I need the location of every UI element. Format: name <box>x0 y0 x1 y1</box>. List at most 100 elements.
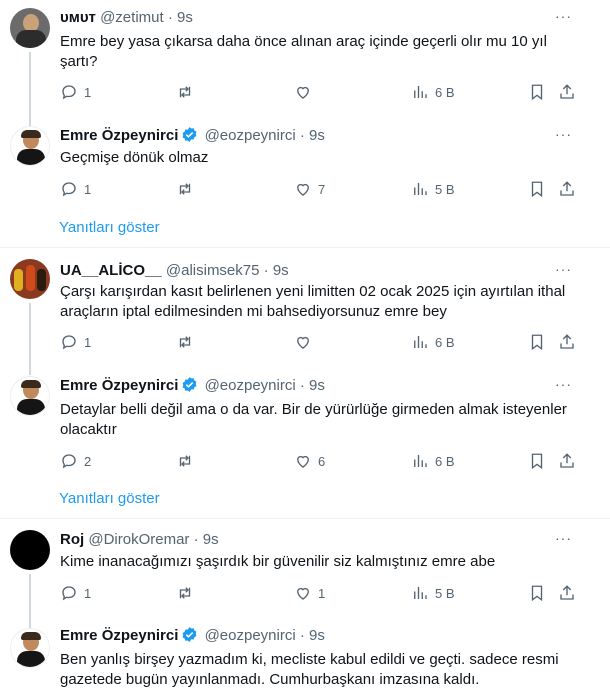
reply-tweet[interactable]: Roj @DirokOremar · 9s ··· Kime inanacağı… <box>0 524 590 646</box>
share-icon <box>560 84 574 99</box>
author-reply-tweet[interactable]: Emre Özpeynirci @eozpeynirci · 9s ··· De… <box>0 368 590 478</box>
repost-button[interactable] <box>176 180 200 198</box>
share-icon <box>560 181 574 196</box>
author-handle[interactable]: @zetimut <box>100 9 164 26</box>
thread-line <box>29 52 31 127</box>
author-name[interactable]: Roj <box>60 531 84 548</box>
show-replies-link[interactable]: Yanıtları göster <box>59 219 160 236</box>
author-name[interactable]: Emre Özpeynirci <box>60 627 178 644</box>
timestamp[interactable]: 9s <box>309 377 325 394</box>
reply-count: 1 <box>84 181 92 197</box>
divider <box>0 247 610 248</box>
more-icon[interactable]: ··· <box>555 261 572 277</box>
share-button[interactable] <box>558 584 576 602</box>
show-replies-link[interactable]: Yanıtları göster <box>59 490 160 507</box>
reply-button[interactable]: 1 <box>60 584 91 602</box>
author-name[interactable]: UA__ALİCO__ <box>60 262 162 279</box>
reply-count: 1 <box>84 84 92 100</box>
repost-icon <box>179 336 191 348</box>
more-icon[interactable]: ··· <box>555 126 572 142</box>
bookmark-button[interactable] <box>528 180 546 198</box>
avatar[interactable] <box>10 628 50 668</box>
more-icon[interactable]: ··· <box>555 8 572 24</box>
separator-dot: · <box>299 377 305 394</box>
timestamp[interactable]: 9s <box>177 9 193 26</box>
author-name[interactable]: Emre Özpeynirci <box>60 127 178 144</box>
author-handle[interactable]: @DirokOremar <box>88 531 189 548</box>
share-button[interactable] <box>558 83 576 101</box>
bookmark-button[interactable] <box>528 452 546 470</box>
like-button[interactable]: 7 <box>294 180 325 198</box>
views-button[interactable]: 6 B <box>411 333 455 351</box>
like-icon <box>297 455 309 468</box>
author-handle[interactable]: @eozpeynirci <box>205 627 296 644</box>
timestamp[interactable]: 9s <box>309 627 325 644</box>
reply-tweet[interactable]: UA__ALİCO__ @alisimsek75 · 9s ··· Çarşı … <box>0 253 590 375</box>
avatar[interactable] <box>10 259 50 299</box>
repost-icon <box>179 455 191 467</box>
reply-count: 2 <box>84 453 92 469</box>
reply-tweet[interactable]: ᴜᴍᴜᴛ @zetimut · 9s ··· Emre bey yasa çık… <box>0 0 590 127</box>
avatar[interactable] <box>10 126 50 166</box>
share-icon <box>560 334 574 349</box>
author-name[interactable]: Emre Özpeynirci <box>60 377 178 394</box>
reply-button[interactable]: 1 <box>60 83 91 101</box>
share-icon <box>560 585 574 600</box>
avatar[interactable] <box>10 8 50 48</box>
bookmark-button[interactable] <box>528 83 546 101</box>
tweet-header: Emre Özpeynirci @eozpeynirci · 9s <box>60 126 325 146</box>
separator-dot: · <box>263 262 269 279</box>
bookmark-button[interactable] <box>528 333 546 351</box>
more-icon[interactable]: ··· <box>555 530 572 546</box>
like-button[interactable]: 6 <box>294 452 325 470</box>
like-button[interactable] <box>294 333 318 351</box>
reply-button[interactable]: 1 <box>60 180 91 198</box>
avatar[interactable] <box>10 530 50 570</box>
author-name[interactable]: ᴜᴍᴜᴛ <box>60 9 96 26</box>
divider <box>0 518 610 519</box>
bookmark-button[interactable] <box>528 584 546 602</box>
reply-button[interactable]: 2 <box>60 452 91 470</box>
tweet-text: Detaylar belli değil ama o da var. Bir d… <box>60 401 567 438</box>
tweet-text: Geçmişe dönük olmaz <box>60 149 209 166</box>
tweet-header: UA__ALİCO__ @alisimsek75 · 9s <box>60 261 289 281</box>
repost-icon <box>179 183 191 195</box>
reply-button[interactable]: 1 <box>60 333 91 351</box>
more-icon[interactable]: ··· <box>555 376 572 392</box>
views-button[interactable]: 6 B <box>411 452 455 470</box>
views-button[interactable]: 6 B <box>411 83 455 101</box>
like-button[interactable]: 1 <box>294 584 325 602</box>
views-count: 5 B <box>435 585 455 601</box>
timestamp[interactable]: 9s <box>309 127 325 144</box>
repost-button[interactable] <box>176 584 200 602</box>
avatar[interactable] <box>10 376 50 416</box>
views-button[interactable]: 5 B <box>411 584 455 602</box>
repost-button[interactable] <box>176 452 200 470</box>
separator-dot: · <box>167 9 173 26</box>
reply-icon <box>62 454 76 469</box>
repost-button[interactable] <box>176 83 200 101</box>
verified-icon <box>182 377 197 392</box>
views-count: 5 B <box>435 181 455 197</box>
timestamp[interactable]: 9s <box>273 262 289 279</box>
thread-line <box>29 303 31 375</box>
share-button[interactable] <box>558 452 576 470</box>
tweet-actions: 2 6 6 B <box>60 452 580 472</box>
tweet-actions: 1 6 B <box>60 333 580 353</box>
tweet-header: Emre Özpeynirci @eozpeynirci · 9s <box>60 376 325 396</box>
separator-dot: · <box>193 531 199 548</box>
timestamp[interactable]: 9s <box>203 531 219 548</box>
author-handle[interactable]: @eozpeynirci <box>205 127 296 144</box>
views-icon <box>414 455 427 467</box>
views-button[interactable]: 5 B <box>411 180 455 198</box>
share-button[interactable] <box>558 333 576 351</box>
repost-button[interactable] <box>176 333 200 351</box>
author-handle[interactable]: @alisimsek75 <box>166 262 260 279</box>
share-button[interactable] <box>558 180 576 198</box>
like-button[interactable] <box>294 83 318 101</box>
author-reply-tweet[interactable]: Emre Özpeynirci @eozpeynirci · 9s ··· Ge… <box>0 118 590 208</box>
author-reply-tweet[interactable]: Emre Özpeynirci @eozpeynirci · 9s Ben ya… <box>0 620 590 690</box>
tweet-text: Ben yanlış birşey yazmadım ki, mecliste … <box>60 651 559 688</box>
author-handle[interactable]: @eozpeynirci <box>205 377 296 394</box>
verified-icon <box>182 627 197 642</box>
